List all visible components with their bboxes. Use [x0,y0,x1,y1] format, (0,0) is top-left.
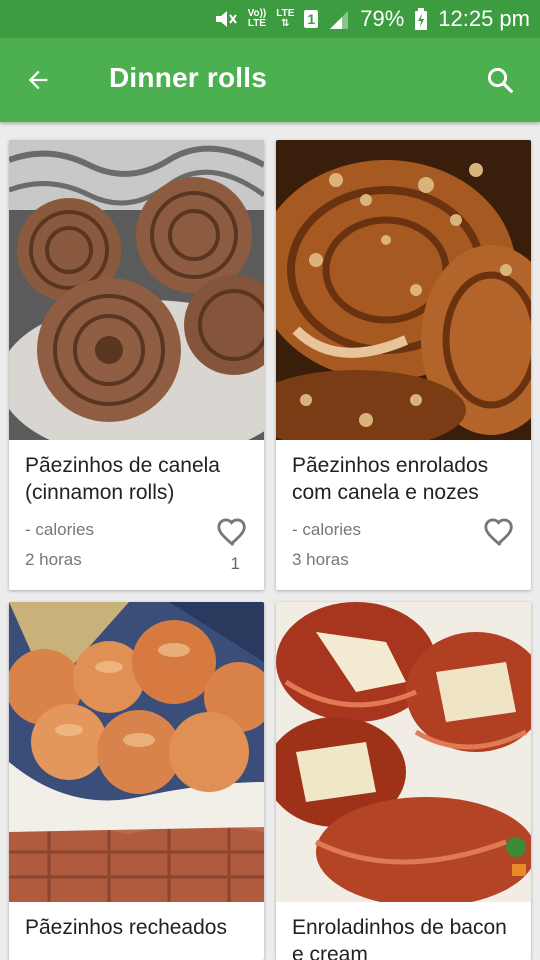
recipe-time: 3 horas [292,550,349,569]
recipe-card[interactable]: Pãezinhos enrolados com canela e nozes -… [276,140,531,590]
lte-data-icon: LTE ⇅ [276,8,295,29]
recipe-card[interactable]: Pãezinhos recheados [9,602,264,960]
recipe-title: Enroladinhos de bacon e cream [292,916,507,960]
page-title: Dinner rolls [109,62,267,93]
recipe-image-pecan-rolls [276,140,531,440]
favorite-button[interactable] [216,516,250,548]
clock: 12:25 pm [438,6,530,31]
recipe-calories: - calories [25,520,94,539]
mute-icon [214,8,238,30]
recipe-calories: - calories [292,520,361,539]
status-bar: Vo)) LTE LTE ⇅ 1 79% 12:25 pm [0,0,540,38]
recipe-image-bacon-rolls [276,602,531,902]
recipe-time: 2 horas [25,550,82,569]
volte-icon: Vo)) LTE [247,8,267,29]
back-button[interactable] [18,60,58,100]
heart-outline-icon [484,518,513,546]
favorite-button[interactable] [483,516,517,548]
sim-slot-badge: 1 [304,10,319,28]
recipe-card[interactable]: Enroladinhos de bacon e cream [276,602,531,960]
arrow-back-icon [28,70,48,90]
favorite-count: 1 [230,554,240,573]
recipe-title: Pãezinhos de canela (cinnamon rolls) [25,454,220,504]
battery-charging-icon [414,8,428,30]
battery-percent: 79% [360,6,405,31]
recipe-title: Pãezinhos recheados [25,916,227,939]
recipe-image-stuffed-rolls [9,602,264,902]
recipe-image-cinnamon-rolls [9,140,264,440]
search-icon [487,67,513,93]
recipe-card[interactable]: Pãezinhos de canela (cinnamon rolls) - c… [9,140,264,590]
heart-outline-icon [217,518,246,546]
recipe-title: Pãezinhos enrolados com canela e nozes [292,454,489,504]
app-bar: Dinner rolls [0,38,540,122]
search-button[interactable] [480,60,520,100]
signal-icon [328,9,350,29]
